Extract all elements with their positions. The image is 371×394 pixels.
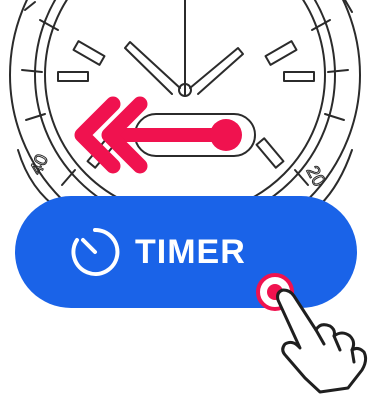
swipe-origin-dot: [210, 119, 242, 151]
timer-button[interactable]: TIMER: [15, 196, 357, 308]
timer-label: TIMER: [135, 233, 246, 271]
bezel-numeral-20: 20: [302, 162, 329, 189]
stopwatch-icon: [71, 227, 120, 276]
swipe-left-arrow: [74, 96, 256, 174]
watch-hands: [124, 0, 244, 97]
